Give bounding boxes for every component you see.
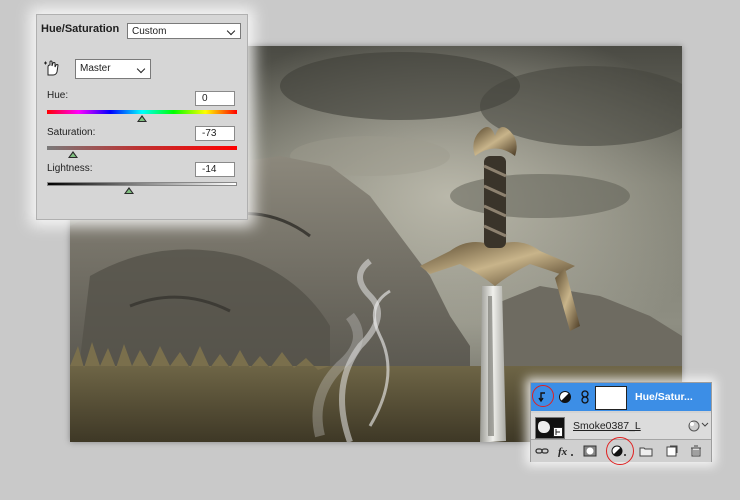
highlight-circle: [606, 437, 634, 465]
folder-icon[interactable]: [639, 445, 653, 457]
lightness-slider-thumb[interactable]: [123, 187, 134, 194]
hue-label: Hue:: [47, 90, 69, 101]
hue-slider-thumb[interactable]: [137, 115, 147, 122]
chevron-down-icon: [136, 62, 148, 76]
link-icon[interactable]: [580, 390, 590, 404]
layers-toolbar: fx: [531, 437, 711, 465]
lightness-gradient-bar: [47, 182, 237, 186]
saturation-label: Saturation:: [47, 127, 96, 138]
lightness-label: Lightness:: [47, 163, 93, 174]
saturation-gradient-bar: [47, 146, 237, 150]
layer-row-smoke[interactable]: Smoke0387_L: [531, 413, 711, 439]
hue-input[interactable]: 0: [195, 91, 235, 106]
layer-mask-thumbnail[interactable]: [595, 386, 627, 410]
adjustment-layer-icon: [559, 391, 571, 403]
chevron-down-icon: [226, 24, 238, 38]
trash-icon[interactable]: [689, 445, 703, 457]
channel-dropdown[interactable]: Master: [75, 59, 151, 79]
saturation-input[interactable]: -73: [195, 126, 235, 141]
channel-value: Master: [80, 63, 111, 74]
new-layer-icon[interactable]: [665, 445, 679, 457]
fx-icon[interactable]: fx: [557, 445, 575, 457]
chevron-down-icon[interactable]: [701, 417, 709, 435]
smoke-shape: [538, 421, 550, 433]
hue-saturation-panel: Hue/Saturation Custom Master Hue: 0 Satu…: [36, 14, 248, 220]
preset-value: Custom: [132, 26, 167, 37]
smart-object-icon: [553, 427, 563, 437]
layers-panel: Hue/Satur... Smoke0387_L fx: [530, 382, 712, 465]
layer-name: Smoke0387_L: [573, 420, 641, 432]
highlight-circle: [532, 385, 554, 407]
hue-spectrum-bar: [47, 110, 237, 114]
link-icon[interactable]: [535, 445, 549, 457]
panel-title: Hue/Saturation: [41, 23, 120, 35]
layer-name: Hue/Satur...: [635, 391, 693, 403]
mask-icon[interactable]: [583, 445, 597, 457]
preset-dropdown[interactable]: Custom: [127, 23, 241, 39]
targeted-adjustment-hand-icon[interactable]: [43, 59, 61, 77]
lightness-input[interactable]: -14: [195, 162, 235, 177]
layer-row-hue-saturation[interactable]: Hue/Satur...: [531, 383, 711, 411]
svg-text:fx: fx: [558, 446, 568, 457]
layer-effects-icon[interactable]: [687, 419, 701, 433]
saturation-slider-thumb[interactable]: [67, 151, 78, 158]
